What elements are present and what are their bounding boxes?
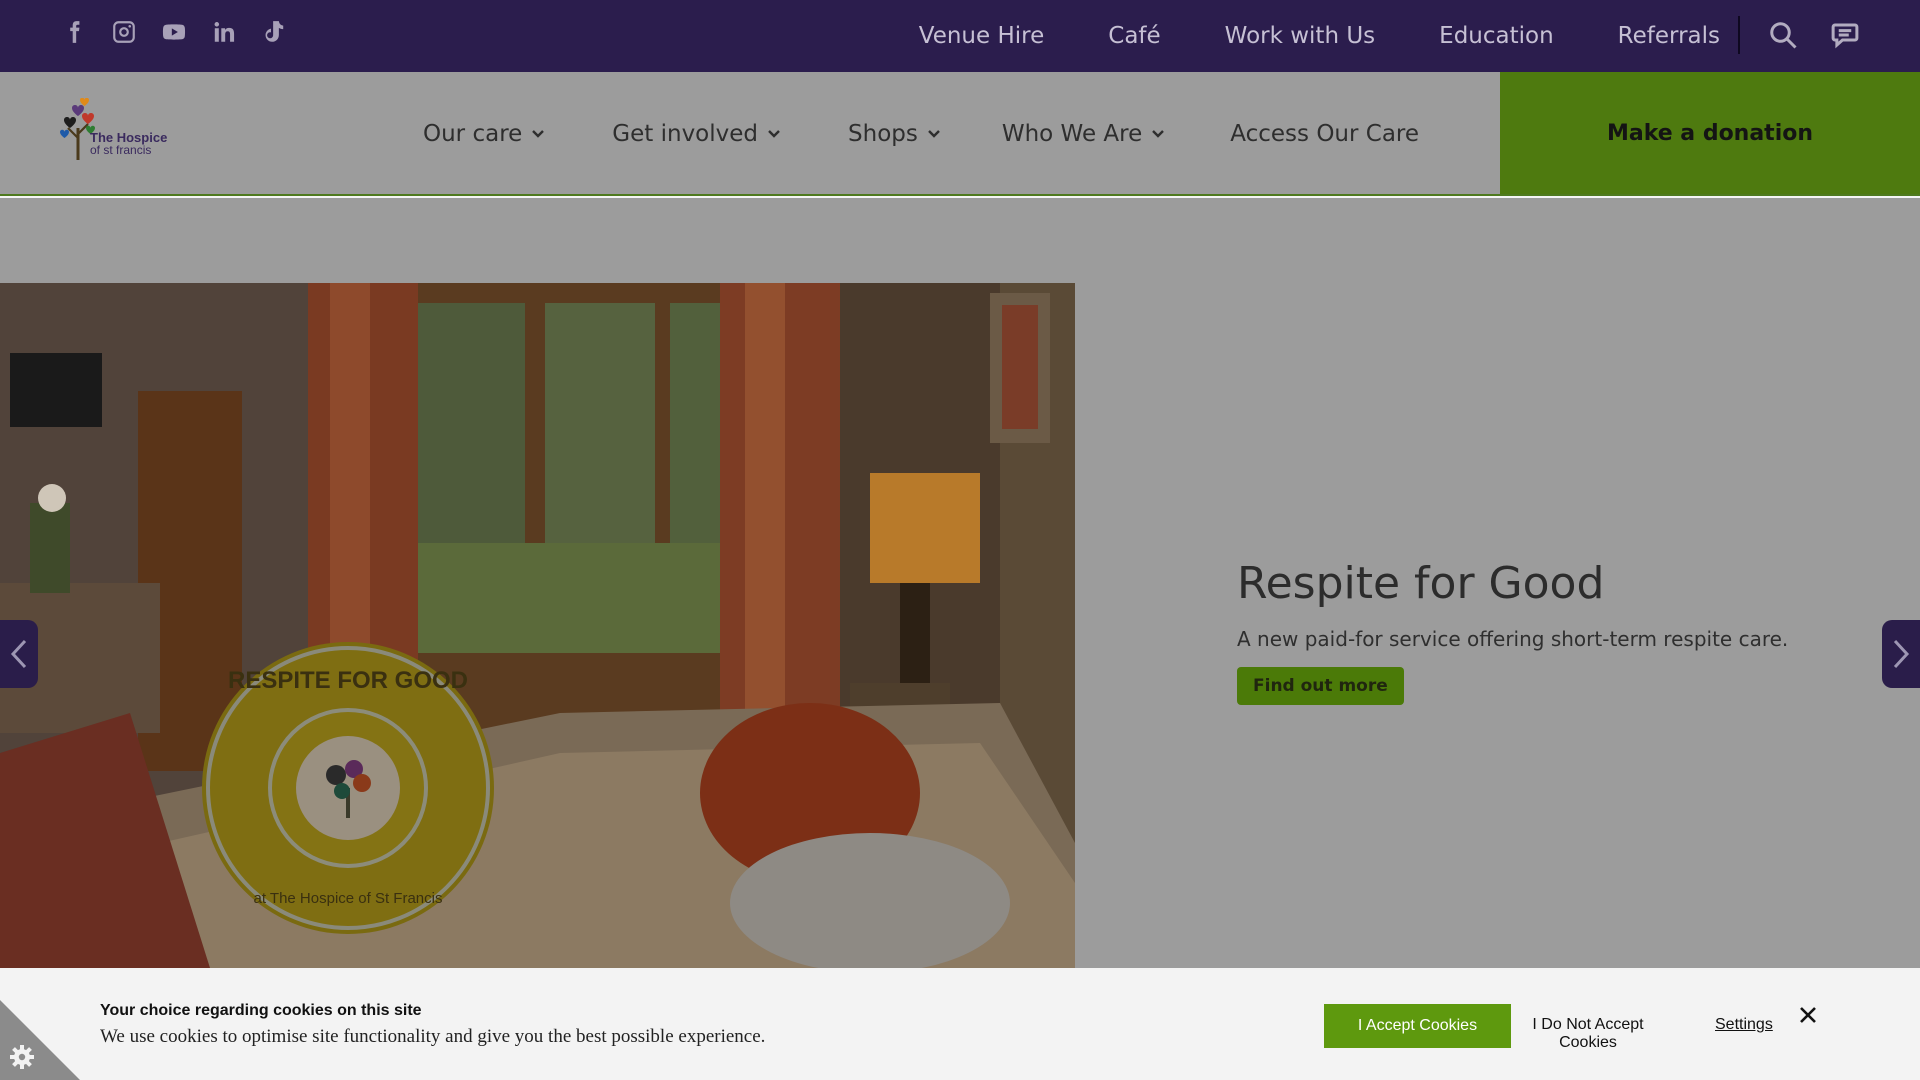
cookie-title: Your choice regarding cookies on this si…	[100, 1002, 422, 1019]
chevron-right-icon	[1893, 639, 1910, 669]
svg-text:at The Hospice of St Francis: at The Hospice of St Francis	[254, 890, 443, 907]
hero-subtitle: A new paid-for service offering short-te…	[1237, 627, 1789, 651]
utility-link-work-with-us[interactable]: Work with Us	[1225, 23, 1375, 49]
chevron-left-icon	[10, 639, 27, 669]
nav-item-access-our-care[interactable]: Access Our Care	[1230, 121, 1419, 147]
tiktok-icon[interactable]	[260, 18, 288, 46]
nav-item-label: Get involved	[612, 121, 759, 147]
hero-image-bedroom: RESPITE FOR GOOD at The Hospice of St Fr…	[0, 283, 1075, 968]
chevron-down-icon	[532, 130, 545, 138]
search-icon[interactable]	[1766, 18, 1800, 52]
hero-title: Respite for Good	[1237, 558, 1605, 609]
nav-item-label: Access Our Care	[1230, 121, 1420, 147]
youtube-icon[interactable]	[160, 18, 188, 46]
gear-icon	[10, 1045, 34, 1069]
utility-link-venue-hire[interactable]: Venue Hire	[919, 23, 1045, 49]
accept-cookies-button[interactable]: I Accept Cookies	[1324, 1004, 1511, 1048]
utility-link-cafe[interactable]: Café	[1108, 23, 1160, 49]
linkedin-icon[interactable]	[210, 18, 238, 46]
carousel-next-button[interactable]	[1882, 620, 1920, 688]
make-donation-button[interactable]: Make a donation	[1500, 72, 1920, 194]
nav-item-label: Shops	[848, 121, 918, 147]
find-out-more-button[interactable]: Find out more	[1237, 667, 1404, 705]
facebook-icon[interactable]	[60, 18, 88, 46]
utility-nav: Venue Hire Café Work with Us Education R…	[919, 0, 1720, 72]
chevron-down-icon	[1152, 130, 1165, 138]
hospice-logo[interactable]: The Hospice of st francis	[58, 97, 178, 164]
nav-item-who-we-are[interactable]: Who We Are	[1001, 121, 1165, 147]
decline-cookies-button[interactable]: I Do Not Accept Cookies	[1503, 1016, 1673, 1052]
utility-link-education[interactable]: Education	[1439, 23, 1554, 49]
bedroom-photo: RESPITE FOR GOOD at The Hospice of St Fr…	[0, 283, 1075, 968]
nav-item-our-care[interactable]: Our care	[423, 121, 545, 147]
cookie-settings-corner[interactable]	[0, 1000, 80, 1080]
main-nav: Our care Get involved Shops Who We Are A…	[423, 72, 1419, 196]
chevron-down-icon	[928, 130, 940, 138]
cookie-settings-link[interactable]: Settings	[1715, 1016, 1773, 1034]
hero-slide-content: Respite for Good A new paid-for service …	[1237, 558, 1857, 705]
nav-item-label: Our care	[423, 121, 523, 147]
close-icon[interactable]	[1797, 1004, 1819, 1026]
nav-item-label: Who We Are	[1001, 121, 1143, 147]
svg-text:RESPITE FOR GOOD: RESPITE FOR GOOD	[228, 667, 468, 694]
hero-spacer	[0, 198, 1920, 283]
instagram-icon[interactable]	[110, 18, 138, 46]
utility-link-referrals[interactable]: Referrals	[1618, 23, 1720, 49]
main-header: The Hospice of st francis Our care Get i…	[0, 72, 1920, 196]
nav-item-shops[interactable]: Shops	[848, 121, 940, 147]
utility-bar: Venue Hire Café Work with Us Education R…	[0, 0, 1920, 72]
chevron-down-icon	[768, 130, 780, 138]
utility-divider	[1738, 16, 1740, 54]
hero-carousel: RESPITE FOR GOOD at The Hospice of St Fr…	[0, 283, 1920, 968]
nav-item-get-involved[interactable]: Get involved	[612, 121, 780, 147]
logo-text: The Hospice of st francis	[90, 131, 167, 157]
cookie-banner: Your choice regarding cookies on this si…	[0, 968, 1920, 1080]
social-links	[60, 18, 288, 46]
chat-icon[interactable]	[1828, 18, 1862, 52]
cookie-description: We use cookies to optimise site function…	[100, 1026, 766, 1047]
carousel-prev-button[interactable]	[0, 620, 38, 688]
logo-line-2: of st francis	[90, 143, 152, 157]
